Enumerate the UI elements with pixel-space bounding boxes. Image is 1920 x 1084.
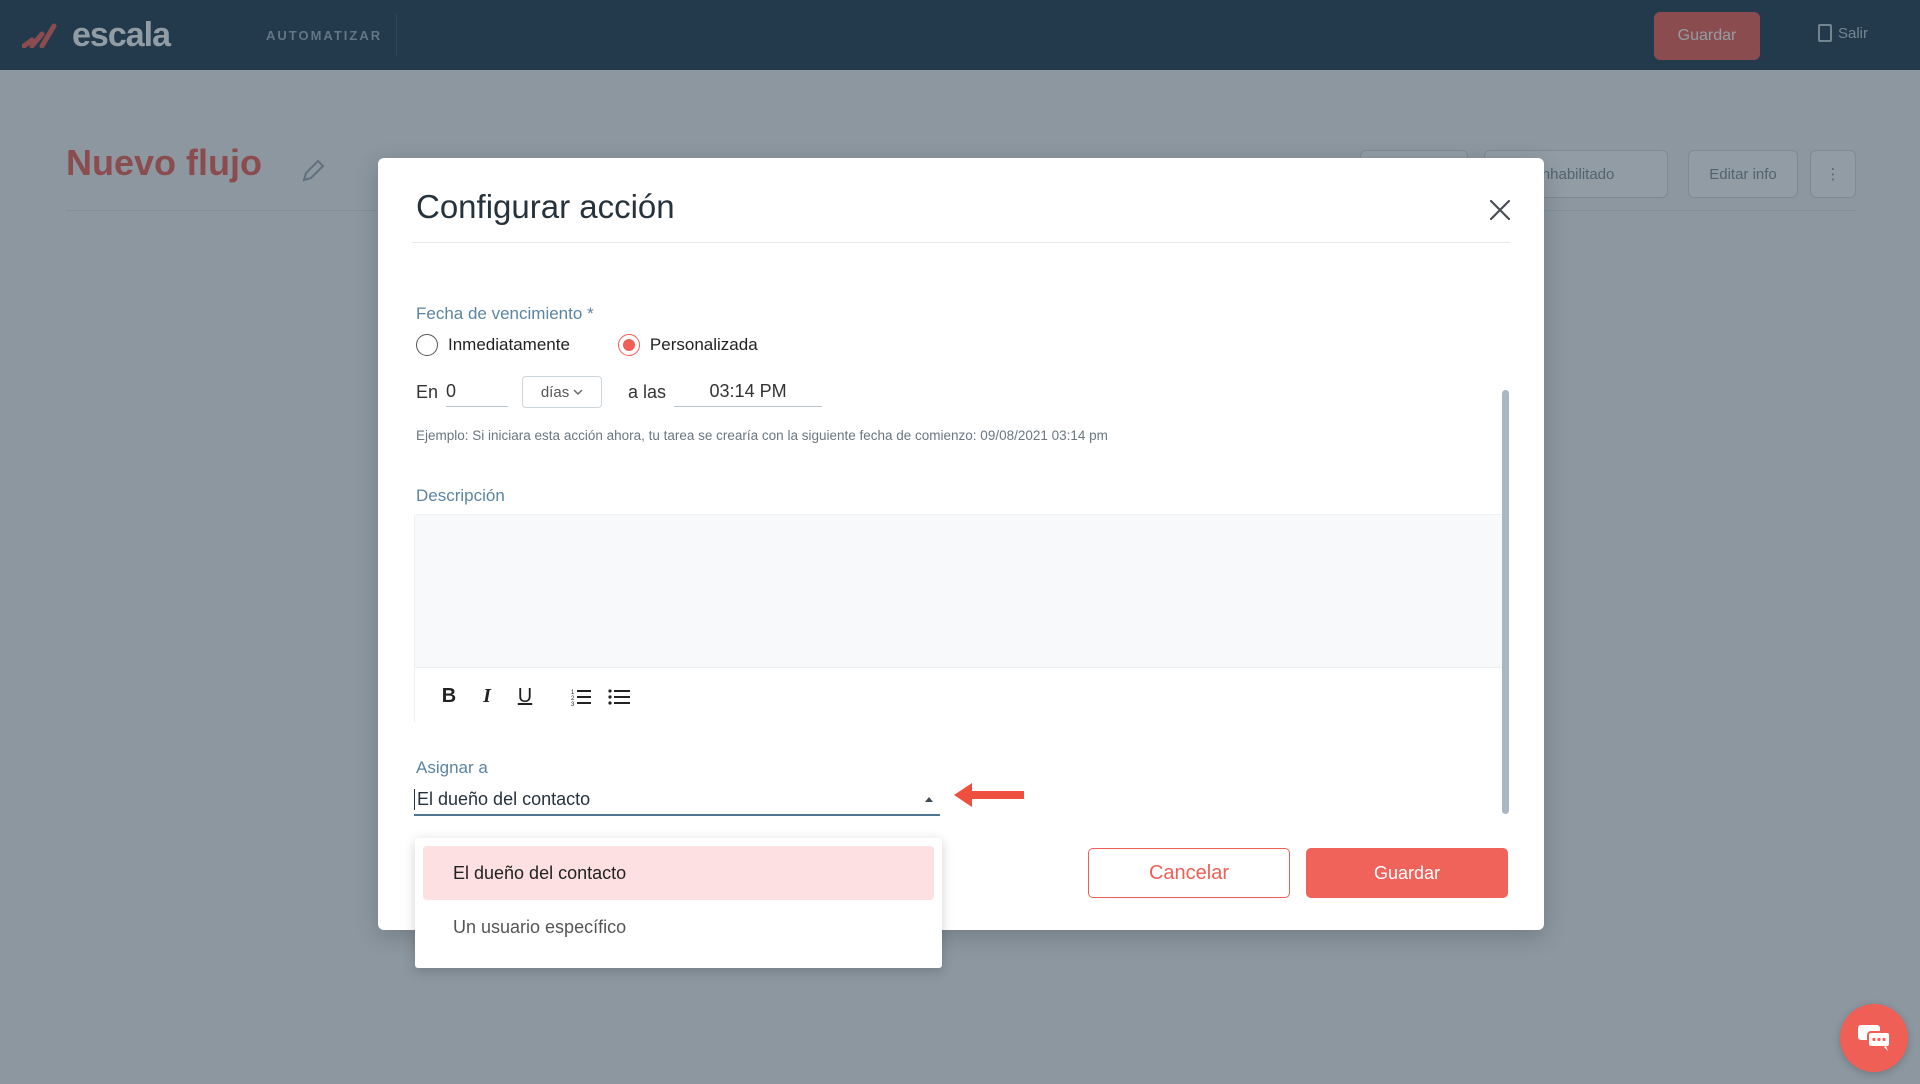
modal-header-divider: [412, 242, 1510, 243]
assign-select[interactable]: El dueño del contacto: [414, 784, 940, 816]
dropdown-option-specific-user[interactable]: Un usuario específico: [423, 900, 934, 954]
dropdown-option-contact-owner[interactable]: El dueño del contacto: [423, 846, 934, 900]
chevron-down-icon: [573, 389, 583, 395]
ordered-list-icon: 1 2 3: [571, 689, 591, 706]
required-mark: *: [587, 304, 594, 323]
bold-button[interactable]: B: [433, 681, 465, 713]
italic-button[interactable]: I: [471, 681, 503, 713]
modal-title: Configurar acción: [416, 188, 675, 225]
units-select[interactable]: días: [522, 376, 603, 408]
cancel-button[interactable]: Cancelar: [1088, 848, 1290, 898]
description-editor: B I U 1 2 3: [414, 514, 1504, 725]
chat-icon: [1858, 1025, 1891, 1051]
editor-toolbar: B I U 1 2 3: [415, 667, 1503, 725]
caret-up-icon: [925, 797, 933, 802]
due-date-label-text: Fecha de vencimiento: [416, 304, 583, 323]
at-label: a las: [628, 381, 667, 402]
units-value: días: [540, 383, 570, 401]
save-button[interactable]: Guardar: [1306, 848, 1508, 898]
description-label: Descripción: [416, 486, 505, 505]
description-text-area[interactable]: [415, 515, 1503, 667]
amount-input[interactable]: [446, 377, 509, 407]
modal-scrollbar[interactable]: [1502, 390, 1509, 814]
svg-text:3: 3: [571, 702, 575, 706]
in-label: En: [416, 381, 439, 402]
radio-unchecked-icon: [416, 334, 438, 356]
assign-label: Asignar a: [416, 758, 488, 777]
due-date-label: Fecha de vencimiento *: [416, 304, 594, 324]
close-icon[interactable]: [1486, 196, 1514, 224]
due-date-radio-group: Inmediatamente Personalizada: [416, 334, 806, 356]
time-input[interactable]: [674, 377, 823, 407]
radio-checked-icon: [617, 334, 640, 356]
assign-dropdown-menu: El dueño del contacto Un usuario específ…: [415, 838, 942, 968]
due-date-example: Ejemplo: Si iniciara esta acción ahora, …: [416, 428, 1108, 443]
assign-value: El dueño del contacto: [414, 788, 590, 810]
radio-custom-label: Personalizada: [649, 335, 758, 354]
annotation-arrow-icon: [954, 783, 1024, 807]
chat-widget-button[interactable]: [1840, 1004, 1908, 1072]
ordered-list-button[interactable]: 1 2 3: [565, 681, 597, 713]
bullet-list-button[interactable]: [603, 681, 635, 713]
bullet-list-icon: [608, 688, 630, 705]
radio-custom[interactable]: Personalizada: [617, 334, 758, 356]
configure-action-modal: Configurar acción Fecha de vencimiento *…: [378, 158, 1544, 930]
radio-immediately-label: Inmediatamente: [448, 335, 570, 354]
underline-button[interactable]: U: [509, 681, 541, 713]
radio-immediately[interactable]: Inmediatamente: [416, 334, 570, 356]
due-date-custom-row: En días a las: [416, 376, 823, 408]
